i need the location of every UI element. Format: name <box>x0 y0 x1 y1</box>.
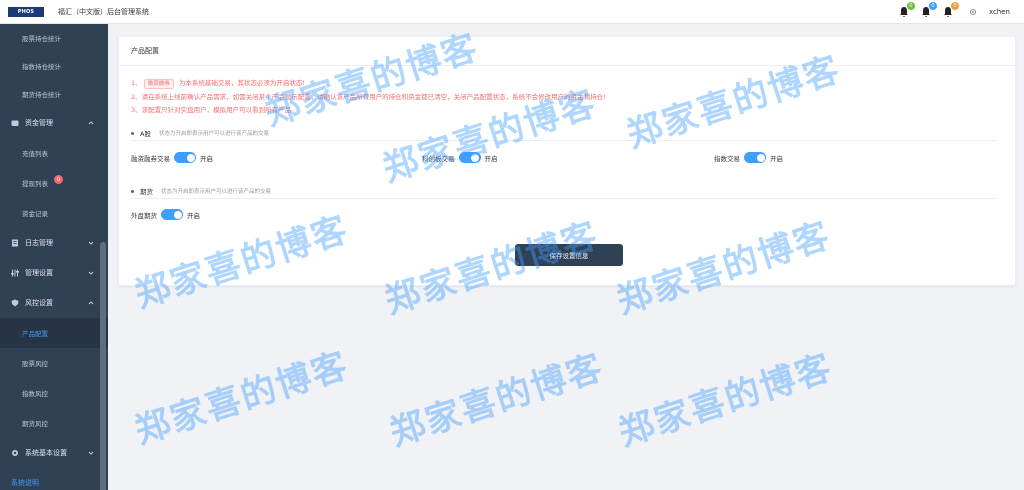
section-hint: 状态为开启即表示用户可以进行该产品的交易 <box>158 131 269 137</box>
tag-margin-trading: 融资融券 <box>143 79 174 89</box>
sidebar: 股票持仓统计 指数持仓统计 期货持仓统计 资金管理 充值列表 提现列表 0 资金… <box>0 24 108 490</box>
sidebar-item-index-risk[interactable]: 指数风控 <box>0 378 108 408</box>
header-right: 0 0 0 xchen <box>899 0 1010 24</box>
notification-badge: 0 <box>928 2 937 10</box>
margin-trading-toggle[interactable] <box>174 152 196 163</box>
watermark: 郑家喜的博客 <box>130 345 354 453</box>
switch-row-star-market: 科创板交易 开启 <box>422 152 498 163</box>
switch-row-foreign-futures: 外盘期货 开启 <box>131 209 200 220</box>
chevron-up-icon <box>88 301 94 305</box>
divider <box>131 140 997 141</box>
sidebar-group-risk-settings[interactable]: 风控设置 <box>0 288 108 318</box>
note-line-3: 3、该配置只针对实盘用户，模拟用户可以看到所有产品。 <box>131 106 298 114</box>
chevron-down-icon <box>88 241 94 245</box>
watermark: 郑家喜的博客 <box>385 347 609 455</box>
section-futures-title: 期货 状态为开启即表示用户可以进行该产品的交易 <box>131 186 271 196</box>
sidebar-item-stock-risk[interactable]: 股票风控 <box>0 348 108 378</box>
sidebar-item-index-position-stats[interactable]: 指数持仓统计 <box>0 52 108 80</box>
notification-bell-1[interactable]: 0 <box>899 2 915 18</box>
bullet-icon <box>131 131 134 135</box>
chevron-down-icon <box>88 271 94 275</box>
sidebar-item-system-notes[interactable]: 系统说明 <box>0 468 108 490</box>
sidebar-item-futures-position-stats[interactable]: 期货持仓统计 <box>0 80 108 108</box>
app-title: 福汇（中文版）后台管理系统 <box>58 7 149 16</box>
sidebar-group-admin-settings[interactable]: 管理设置 <box>0 258 108 288</box>
sidebar-item-product-config[interactable]: 产品配置 <box>0 318 108 348</box>
gear-icon[interactable] <box>969 8 977 16</box>
notification-bell-2[interactable]: 0 <box>921 2 937 18</box>
section-a-shares-title: A股 状态为开启即表示用户可以进行该产品的交易 <box>131 128 269 138</box>
sidebar-item-fund-records[interactable]: 资金记录 <box>0 198 108 228</box>
foreign-futures-toggle[interactable] <box>161 209 183 220</box>
sidebar-item-stock-position-stats[interactable]: 股票持仓统计 <box>0 24 108 52</box>
star-market-toggle[interactable] <box>458 152 481 163</box>
save-settings-button[interactable]: 保存设置信息 <box>515 244 623 266</box>
sidebar-item-futures-risk[interactable]: 期货风控 <box>0 408 108 438</box>
config-notes: 1、 融资融券 为本系统基础交易，其状态必须为开启状态! 2、请在系统上线前确认… <box>131 77 606 118</box>
note-line-1: 1、 融资融券 为本系统基础交易，其状态必须为开启状态! <box>131 79 305 89</box>
notification-bell-3[interactable]: 0 <box>943 2 959 18</box>
chevron-up-icon <box>88 121 94 125</box>
sidebar-group-funds[interactable]: 资金管理 <box>0 108 108 138</box>
log-icon <box>12 239 18 247</box>
switch-row-index-trading: 指数交易 开启 <box>714 152 783 163</box>
bullet-icon <box>131 189 134 193</box>
index-trading-toggle[interactable] <box>744 152 766 163</box>
sidebar-group-logs[interactable]: 日志管理 <box>0 228 108 258</box>
product-config-card: 产品配置 1、 融资融券 为本系统基础交易，其状态必须为开启状态! 2、请在系统… <box>118 36 1016 286</box>
shield-icon <box>11 299 19 307</box>
sidebar-item-withdraw-list[interactable]: 提现列表 0 <box>0 168 108 198</box>
notification-badge: 0 <box>906 2 915 10</box>
gear-icon <box>12 450 18 456</box>
settings-sliders-icon <box>11 269 19 277</box>
divider <box>131 198 997 199</box>
app-logo[interactable]: PHOS <box>8 6 44 17</box>
wallet-icon <box>11 120 19 126</box>
sidebar-scrollbar[interactable] <box>100 242 106 490</box>
card-title: 产品配置 <box>119 37 1015 66</box>
sidebar-group-system-settings[interactable]: 系统基本设置 <box>0 438 108 468</box>
top-header: PHOS 福汇（中文版）后台管理系统 0 0 0 xchen <box>0 0 1024 24</box>
chevron-down-icon <box>88 451 94 455</box>
notification-badge: 0 <box>950 2 959 10</box>
username[interactable]: xchen <box>989 8 1010 16</box>
note-line-2: 2、请在系统上线前确认产品需求，如需关闭某个产品显示配置，请确认该产品所有用户的… <box>131 92 606 101</box>
switch-row-margin-trading: 融资融券交易 开启 <box>131 152 213 163</box>
sidebar-item-recharge-list[interactable]: 充值列表 <box>0 138 108 168</box>
section-hint: 状态为开启即表示用户可以进行该产品的交易 <box>161 189 272 195</box>
watermark: 郑家喜的博客 <box>614 347 838 455</box>
withdraw-count-badge: 0 <box>54 175 63 184</box>
